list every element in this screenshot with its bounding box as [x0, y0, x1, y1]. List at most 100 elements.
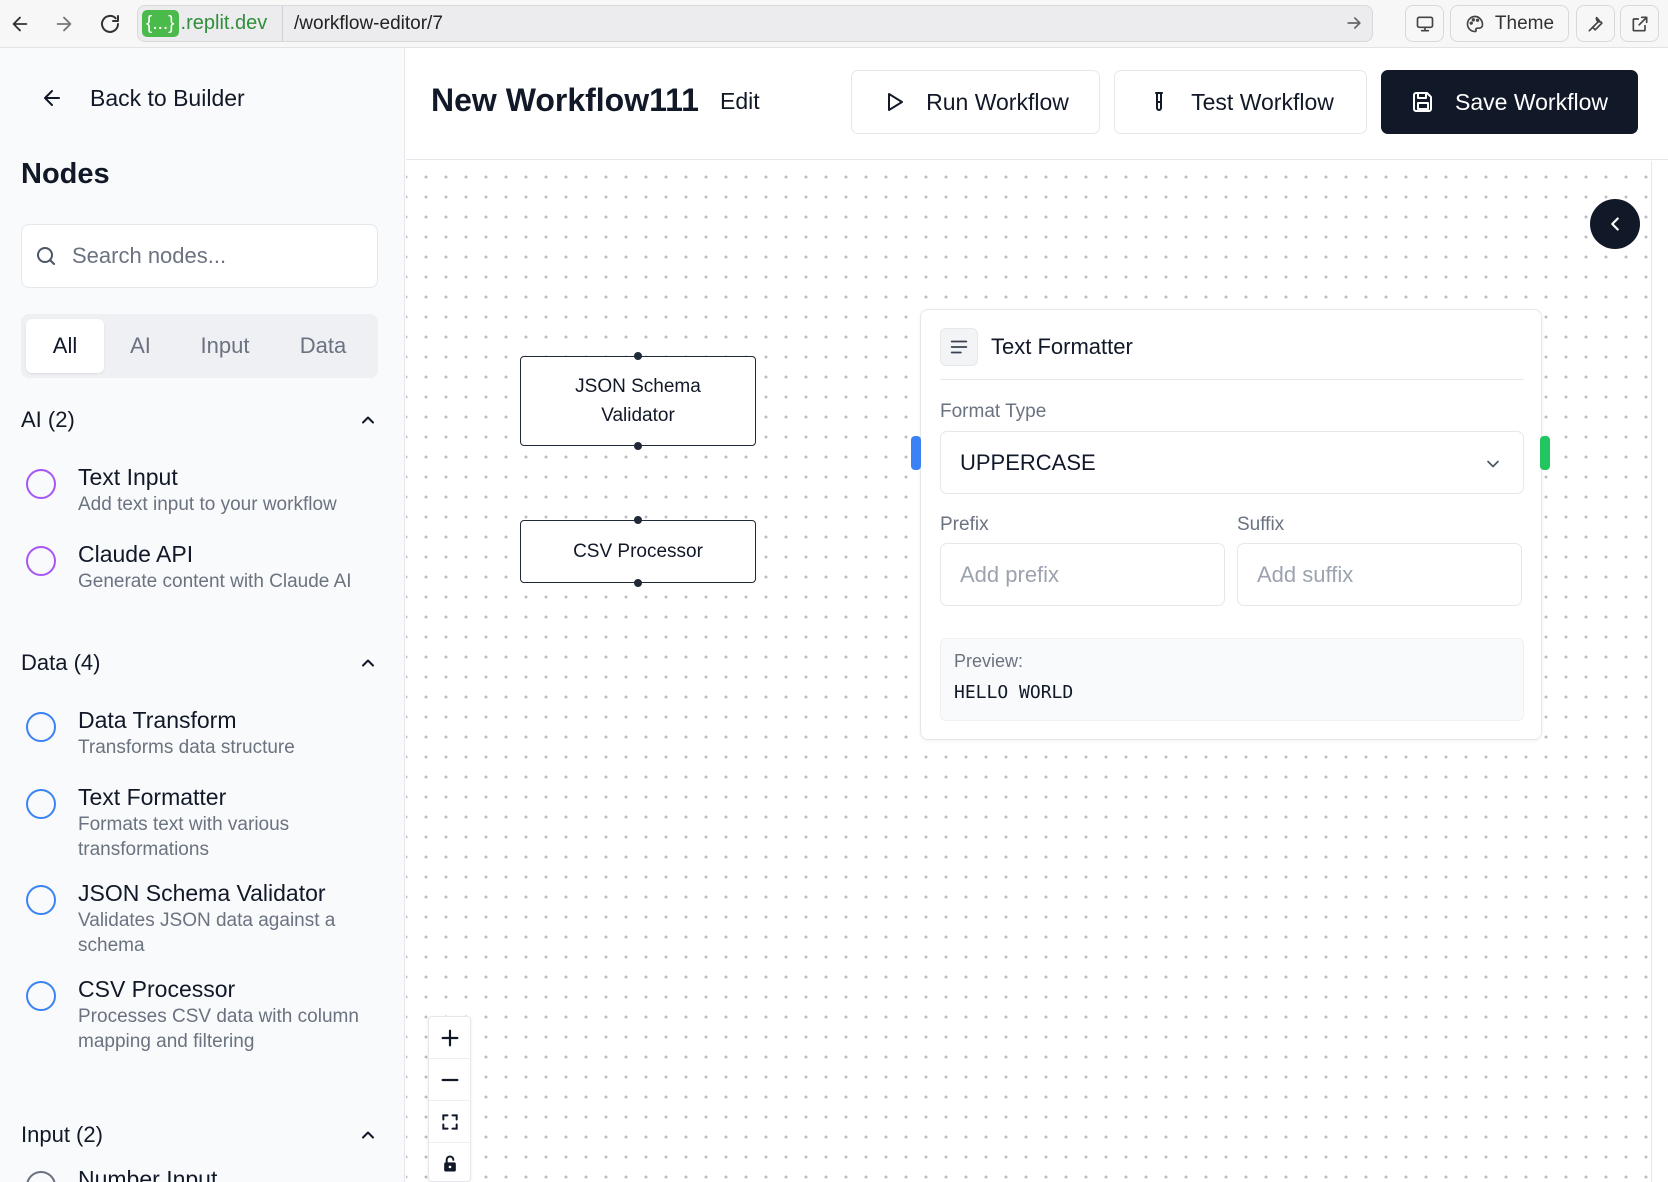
node-type-circle-icon: [26, 1171, 56, 1182]
node-item-description: Generate content with Claude AI: [78, 571, 352, 592]
properties-panel-edge: [1651, 161, 1668, 1182]
external-link-icon: [1632, 15, 1647, 31]
node-item-title: JSON Schema Validator: [78, 880, 326, 906]
text-formatter-header: Text Formatter: [940, 328, 1524, 380]
browser-toolbar: {...} .replit.dev /workflow-editor/7 The…: [0, 0, 1668, 48]
back-to-builder-label: Back to Builder: [90, 84, 245, 111]
node-type-circle-icon: [26, 885, 56, 915]
lock-button[interactable]: [429, 1143, 470, 1182]
test-tube-icon: [1155, 92, 1164, 111]
node-item-claude-api[interactable]: Claude API Generate content with Claude …: [21, 541, 391, 601]
workflow-header: New Workflow111 Edit Run Workflow Test W…: [406, 48, 1668, 160]
node-type-circle-icon: [26, 712, 56, 742]
test-workflow-button[interactable]: Test Workflow: [1114, 70, 1367, 134]
text-formatter-output-handle[interactable]: [1540, 436, 1550, 470]
tab-ai[interactable]: AI: [104, 319, 177, 373]
node-item-title: Number Input: [78, 1166, 218, 1182]
node-item-data-transform[interactable]: Data Transform Transforms data structure: [21, 707, 391, 767]
browser-reload-button[interactable]: [94, 8, 126, 40]
node-item-json-schema-validator[interactable]: JSON Schema Validator Validates JSON dat…: [21, 880, 391, 960]
node-input-handle[interactable]: [634, 352, 642, 360]
text-formatter-input-handle[interactable]: [911, 436, 921, 470]
format-type-label: Format Type: [940, 401, 1047, 422]
canvas-node-label: JSON Schema Validator: [575, 376, 701, 426]
text-formatter-title: Text Formatter: [991, 334, 1133, 359]
reload-icon: [101, 14, 119, 33]
node-output-handle[interactable]: [634, 579, 642, 587]
url-path: /workflow-editor/7: [294, 13, 443, 34]
open-new-tab-button[interactable]: [1620, 5, 1659, 42]
canvas-node-text-formatter[interactable]: Text Formatter Format Type UPPERCASE Pre…: [920, 309, 1542, 740]
prefix-label: Prefix: [940, 514, 989, 535]
theme-button[interactable]: Theme: [1450, 5, 1569, 42]
zoom-in-button[interactable]: [429, 1017, 470, 1059]
section-header-ai[interactable]: AI (2): [21, 404, 378, 436]
chevron-down-icon: [1487, 460, 1499, 468]
node-item-description: Transforms data structure: [78, 737, 295, 758]
suffix-input[interactable]: [1237, 543, 1522, 606]
monitor-icon: [1416, 16, 1433, 31]
lock-icon: [443, 1155, 456, 1172]
back-to-builder-link[interactable]: Back to Builder: [40, 82, 245, 114]
node-type-circle-icon: [26, 469, 56, 499]
text-align-icon: [940, 328, 978, 366]
search-box: [21, 224, 378, 288]
category-tabs: All AI Input Data: [21, 314, 378, 378]
preview-box: Preview: HELLO WORLD: [940, 638, 1524, 721]
node-item-text-formatter[interactable]: Text Formatter Formats text with various…: [21, 784, 391, 864]
zoom-out-button[interactable]: [429, 1059, 470, 1101]
node-item-title: Text Input: [78, 464, 178, 490]
section-header-data[interactable]: Data (4): [21, 647, 378, 679]
tab-input[interactable]: Input: [177, 319, 273, 373]
section-header-input[interactable]: Input (2): [21, 1119, 378, 1151]
devtools-button[interactable]: [1576, 5, 1615, 42]
node-item-description: Validates JSON data against a schema: [78, 910, 336, 956]
edit-name-button[interactable]: Edit: [720, 88, 760, 115]
device-preview-button[interactable]: [1405, 5, 1444, 42]
node-item-text-input[interactable]: Text Input Add text input to your workfl…: [21, 464, 391, 524]
search-input[interactable]: [72, 225, 367, 287]
tab-all[interactable]: All: [26, 319, 104, 373]
node-type-circle-icon: [26, 789, 56, 819]
chevron-up-icon: [362, 1131, 374, 1139]
play-icon: [888, 93, 904, 111]
prefix-input[interactable]: [940, 543, 1225, 606]
browser-forward-button[interactable]: [48, 8, 80, 40]
url-bar[interactable]: {...} .replit.dev /workflow-editor/7: [137, 5, 1373, 42]
wrench-icon: [1588, 16, 1603, 31]
save-workflow-button[interactable]: Save Workflow: [1381, 70, 1638, 134]
canvas-controls: [428, 1016, 471, 1182]
sidebar-title: Nodes: [21, 158, 110, 190]
node-item-description: Formats text with various transformation…: [78, 814, 290, 860]
node-type-circle-icon: [26, 981, 56, 1011]
arrow-right-icon[interactable]: [1344, 13, 1364, 33]
tab-data[interactable]: Data: [273, 319, 373, 373]
suffix-label: Suffix: [1237, 514, 1285, 535]
plus-icon: [441, 1029, 458, 1046]
preview-value: HELLO WORLD: [954, 682, 1074, 703]
arrow-left-icon: [44, 90, 60, 106]
node-item-title: Claude API: [78, 541, 194, 567]
node-output-handle[interactable]: [634, 442, 642, 450]
url-separator: [282, 6, 283, 41]
collapse-panel-button[interactable]: [1590, 199, 1640, 249]
node-item-csv-processor[interactable]: CSV Processor Processes CSV data with co…: [21, 976, 391, 1056]
fit-view-icon: [441, 1113, 458, 1130]
fit-view-button[interactable]: [429, 1101, 470, 1143]
node-item-number-input[interactable]: Number Input: [21, 1166, 391, 1182]
search-icon: [37, 247, 55, 265]
node-item-title: Data Transform: [78, 707, 237, 733]
run-workflow-button[interactable]: Run Workflow: [851, 70, 1100, 134]
canvas-node-label: CSV Processor: [573, 541, 703, 562]
node-input-handle[interactable]: [634, 516, 642, 524]
format-type-select[interactable]: UPPERCASE: [940, 431, 1524, 494]
node-item-title: Text Formatter: [78, 784, 227, 810]
canvas-node-json-schema-validator[interactable]: JSON Schema Validator: [520, 352, 756, 450]
url-host-chip: {...}: [142, 10, 179, 37]
canvas-node-csv-processor[interactable]: CSV Processor: [520, 516, 756, 587]
browser-back-button[interactable]: [4, 8, 36, 40]
chevron-up-icon: [362, 659, 374, 667]
nodes-sidebar: Back to Builder Nodes All AI Input Data …: [0, 48, 405, 1182]
save-icon: [1413, 92, 1433, 112]
url-host: {...} .replit.dev: [142, 10, 267, 37]
